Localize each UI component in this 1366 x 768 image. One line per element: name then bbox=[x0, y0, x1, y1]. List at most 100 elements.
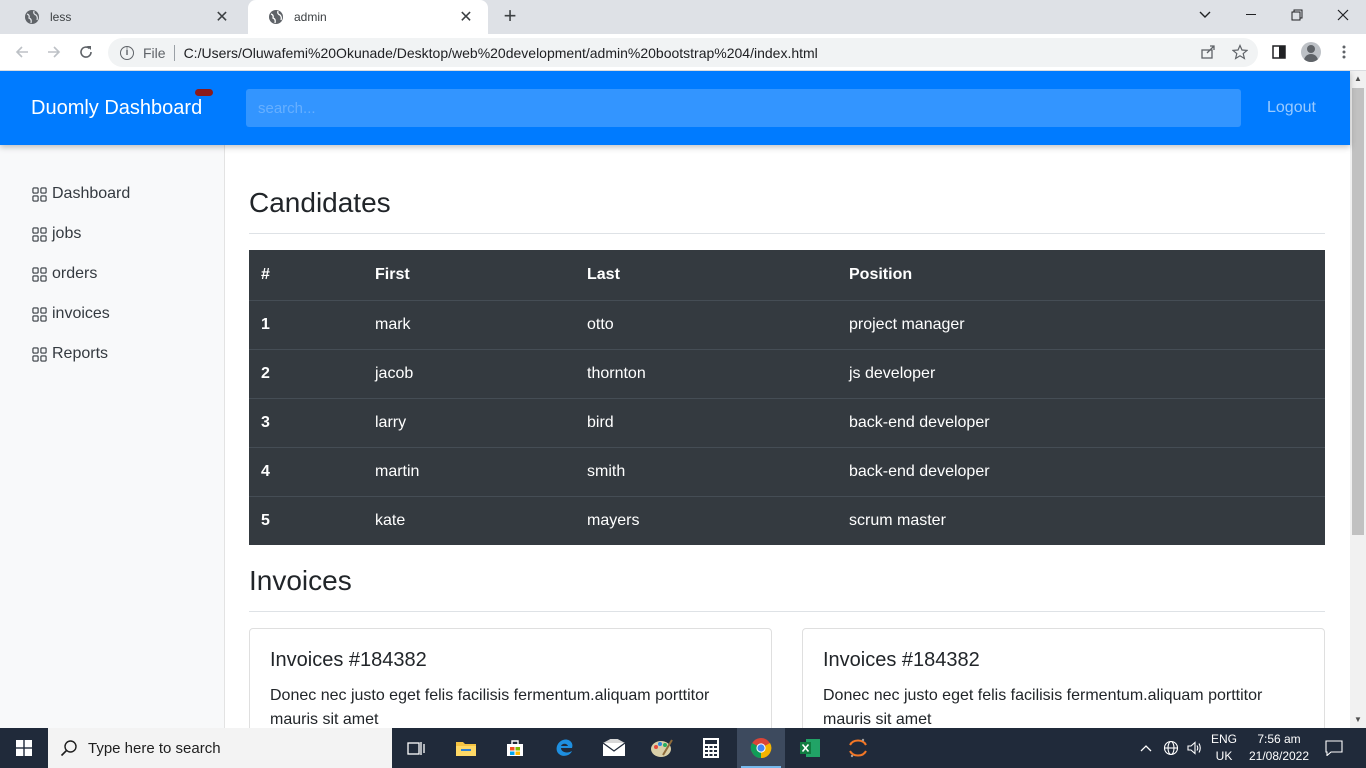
taskbar-clock[interactable]: 7:56 am 21/08/2022 bbox=[1246, 731, 1312, 765]
browser-tab-strip: less ✕ admin ✕ + bbox=[0, 0, 1366, 34]
brand-title[interactable]: Duomly Dashboard bbox=[31, 97, 202, 120]
url-text[interactable]: C:/Users/Oluwafemi%20Okunade/Desktop/web… bbox=[184, 45, 1258, 61]
network-globe-icon[interactable] bbox=[1160, 728, 1182, 768]
table-cell: back-end developer bbox=[837, 397, 1325, 447]
search-icon bbox=[60, 740, 77, 757]
restore-button[interactable] bbox=[1274, 0, 1320, 30]
scroll-up-arrow-icon[interactable]: ▲ bbox=[1350, 71, 1366, 87]
table-cell: 5 bbox=[249, 495, 363, 545]
store-icon[interactable] bbox=[491, 728, 539, 768]
browser-tab-less[interactable]: less ✕ bbox=[4, 0, 244, 34]
tab-search-chevron-icon[interactable] bbox=[1182, 0, 1228, 30]
table-cell: bird bbox=[575, 397, 837, 447]
logout-link[interactable]: Logout bbox=[1267, 99, 1316, 117]
candidates-heading: Candidates bbox=[249, 145, 1325, 234]
tab-title: admin bbox=[294, 10, 327, 24]
table-cell: 2 bbox=[249, 348, 363, 398]
new-tab-button[interactable]: + bbox=[498, 4, 522, 28]
sidebar: Dashboard jobs orders invoices Reports bbox=[0, 145, 225, 728]
menu-kebab-icon[interactable] bbox=[1332, 40, 1356, 64]
jupyter-icon[interactable] bbox=[834, 728, 882, 768]
edge-icon[interactable] bbox=[540, 728, 588, 768]
sidebar-item-label: jobs bbox=[52, 225, 82, 242]
grid-icon bbox=[32, 186, 47, 202]
globe-icon bbox=[25, 10, 39, 24]
close-tab-icon[interactable]: ✕ bbox=[456, 7, 476, 27]
bookmark-star-icon[interactable] bbox=[1231, 44, 1249, 60]
close-window-button[interactable] bbox=[1320, 0, 1366, 30]
invoice-card-title: Invoices #184382 bbox=[823, 649, 980, 671]
table-cell: 4 bbox=[249, 446, 363, 496]
table-row: 3 larry bird back-end developer bbox=[249, 397, 1325, 447]
task-view-icon[interactable] bbox=[392, 728, 440, 768]
scroll-thumb[interactable] bbox=[1352, 88, 1364, 535]
notification-badge bbox=[195, 89, 213, 96]
table-row: 1 mark otto project manager bbox=[249, 299, 1325, 349]
tab-title: less bbox=[50, 10, 72, 24]
table-cell: js developer bbox=[837, 348, 1325, 398]
forward-arrow-icon[interactable] bbox=[42, 40, 66, 64]
table-header-row: # First Last Position bbox=[249, 250, 1325, 301]
share-icon[interactable] bbox=[1200, 44, 1216, 60]
language-region: UK bbox=[1215, 749, 1233, 763]
invoices-heading: Invoices bbox=[249, 545, 1325, 612]
url-scheme: File bbox=[143, 44, 166, 61]
table-cell: smith bbox=[575, 446, 837, 496]
column-header: # bbox=[249, 250, 363, 301]
invoice-card-text: Donec nec justo eget felis facilisis fer… bbox=[270, 687, 710, 728]
sidebar-item-jobs[interactable]: jobs bbox=[0, 214, 224, 254]
site-info-icon[interactable]: i bbox=[120, 45, 134, 60]
sidebar-item-label: Reports bbox=[52, 345, 109, 362]
table-cell: 3 bbox=[249, 397, 363, 447]
sidebar-item-label: orders bbox=[52, 265, 98, 282]
sidebar-item-reports[interactable]: Reports bbox=[0, 334, 224, 374]
profile-avatar[interactable] bbox=[1299, 40, 1323, 64]
divider bbox=[173, 44, 175, 61]
language-code: ENG bbox=[1210, 732, 1237, 746]
tray-chevron-up-icon[interactable] bbox=[1136, 728, 1156, 768]
column-header: Position bbox=[837, 250, 1325, 301]
address-bar[interactable]: i File C:/Users/Oluwafemi%20Okunade/Desk… bbox=[108, 38, 1258, 67]
top-navbar: Duomly Dashboard Logout bbox=[0, 71, 1350, 145]
clock-time: 7:56 am bbox=[1257, 732, 1301, 746]
clock-date: 21/08/2022 bbox=[1248, 749, 1310, 763]
candidates-table: # First Last Position 1 mark otto projec… bbox=[249, 250, 1325, 545]
volume-icon[interactable] bbox=[1183, 728, 1205, 768]
table-cell: thornton bbox=[575, 348, 837, 398]
grid-icon bbox=[32, 226, 47, 242]
calculator-icon[interactable] bbox=[687, 728, 735, 768]
search-input[interactable] bbox=[246, 89, 1241, 127]
browser-tab-admin[interactable]: admin ✕ bbox=[248, 0, 488, 34]
browser-toolbar: i File C:/Users/Oluwafemi%20Okunade/Desk… bbox=[0, 34, 1366, 71]
chrome-icon[interactable] bbox=[737, 728, 785, 768]
table-cell: martin bbox=[363, 446, 575, 496]
file-explorer-icon[interactable] bbox=[442, 728, 490, 768]
taskbar-search-box[interactable]: Type here to search bbox=[48, 728, 392, 768]
grid-icon bbox=[32, 266, 47, 282]
reload-icon[interactable] bbox=[74, 40, 98, 64]
invoice-card-title: Invoices #184382 bbox=[270, 649, 427, 671]
page-scrollbar[interactable]: ▲ ▼ bbox=[1350, 71, 1366, 728]
sidebar-item-dashboard[interactable]: Dashboard bbox=[0, 174, 224, 214]
table-row: 2 jacob thornton js developer bbox=[249, 348, 1325, 398]
close-tab-icon[interactable]: ✕ bbox=[212, 7, 232, 27]
table-cell: back-end developer bbox=[837, 446, 1325, 496]
excel-icon[interactable] bbox=[786, 728, 834, 768]
back-arrow-icon[interactable] bbox=[10, 40, 34, 64]
column-header: First bbox=[363, 250, 575, 301]
minimize-button[interactable] bbox=[1228, 0, 1274, 30]
table-cell: jacob bbox=[363, 348, 575, 398]
paint-icon[interactable] bbox=[638, 728, 686, 768]
table-cell: otto bbox=[575, 299, 837, 349]
sidebar-item-orders[interactable]: orders bbox=[0, 254, 224, 294]
windows-start-icon[interactable] bbox=[0, 728, 48, 768]
column-header: Last bbox=[575, 250, 837, 301]
input-language-indicator[interactable]: ENG UK bbox=[1208, 731, 1240, 765]
scroll-down-arrow-icon[interactable]: ▼ bbox=[1350, 712, 1366, 728]
side-panel-icon[interactable] bbox=[1267, 40, 1291, 64]
notification-center-icon[interactable] bbox=[1322, 728, 1346, 768]
sidebar-item-invoices[interactable]: invoices bbox=[0, 294, 224, 334]
invoice-card: Invoices #184382 Donec nec justo eget fe… bbox=[802, 628, 1325, 728]
mail-icon[interactable] bbox=[590, 728, 638, 768]
table-cell: kate bbox=[363, 495, 575, 545]
